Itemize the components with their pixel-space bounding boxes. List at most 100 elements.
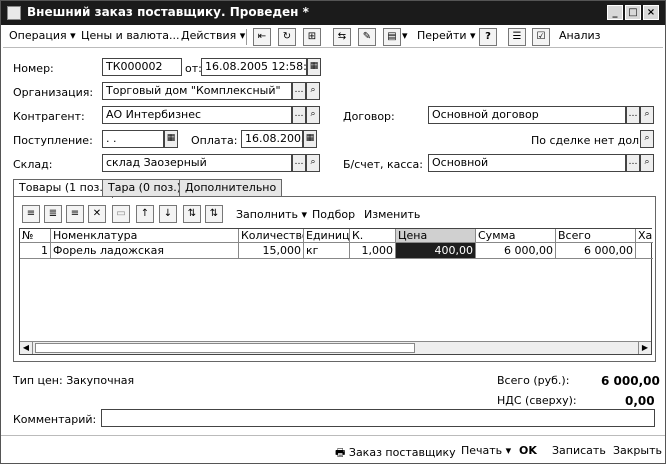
- date-field[interactable]: 16.08.2005 12:58:27: [201, 58, 307, 76]
- organization-field[interactable]: Торговый дом "Комплексный": [102, 82, 292, 100]
- table-cell[interactable]: 1,000: [350, 243, 396, 259]
- add-row-icon[interactable]: ≡: [22, 205, 40, 223]
- ellipsis-icon[interactable]: …: [292, 154, 306, 172]
- number-label: Номер:: [13, 62, 54, 75]
- move-down-icon[interactable]: ↓: [159, 205, 177, 223]
- actions-menu[interactable]: Действия ▾: [181, 29, 245, 42]
- search-icon[interactable]: ⌕: [306, 154, 320, 172]
- help-icon[interactable]: ?: [479, 28, 497, 46]
- table-cell[interactable]: 6 000,00: [556, 243, 636, 259]
- disabled-icon: ▭: [112, 205, 130, 223]
- column-header[interactable]: Ха: [636, 229, 653, 243]
- total-value: 6 000,00: [601, 374, 660, 388]
- maximize-button[interactable]: □: [625, 5, 641, 20]
- vat-value: 0,00: [625, 394, 655, 408]
- operation-menu[interactable]: Операция ▾: [9, 29, 76, 42]
- move-up-icon[interactable]: ↑: [136, 205, 154, 223]
- goto-menu[interactable]: Перейти ▾: [417, 29, 476, 42]
- sort-desc-icon[interactable]: ⇅: [205, 205, 223, 223]
- move-left-icon[interactable]: ⇤: [253, 28, 271, 46]
- contract-field[interactable]: Основной договор: [428, 106, 626, 124]
- document-post-icon[interactable]: ✎: [358, 28, 376, 46]
- list-icon[interactable]: ☰: [508, 28, 526, 46]
- scroll-right-icon[interactable]: ▶: [638, 342, 651, 354]
- refresh-icon[interactable]: ↻: [278, 28, 296, 46]
- contractor-field[interactable]: АО Интербизнес: [102, 106, 292, 124]
- table-cell[interactable]: 1: [20, 243, 51, 259]
- table-cell[interactable]: 15,000: [239, 243, 304, 259]
- search-icon[interactable]: ⌕: [640, 154, 654, 172]
- checklist-icon[interactable]: ☑: [532, 28, 550, 46]
- column-header[interactable]: №: [20, 229, 51, 243]
- account-field[interactable]: Основной: [428, 154, 626, 172]
- debt-status-label: По сделке нет долга: [531, 134, 652, 147]
- minimize-button[interactable]: _: [607, 5, 623, 20]
- column-header[interactable]: К.: [350, 229, 396, 243]
- edit-button[interactable]: Изменить: [364, 208, 420, 221]
- ellipsis-icon[interactable]: …: [626, 106, 640, 124]
- payment-date-field[interactable]: 16.08.2005: [241, 130, 303, 148]
- column-header[interactable]: Сумма: [476, 229, 556, 243]
- column-header[interactable]: Единица: [304, 229, 350, 243]
- ok-button[interactable]: OK: [519, 444, 537, 457]
- structure-icon[interactable]: ⊞: [303, 28, 321, 46]
- ellipsis-icon[interactable]: …: [292, 82, 306, 100]
- column-header[interactable]: Количество: [239, 229, 304, 243]
- column-header[interactable]: Всего: [556, 229, 636, 243]
- contractor-label: Контрагент:: [13, 110, 85, 123]
- warehouse-field[interactable]: склад Заозерный: [102, 154, 292, 172]
- receipt-date-field[interactable]: . .: [102, 130, 164, 148]
- calendar-icon[interactable]: ▦: [303, 130, 317, 148]
- print-menu[interactable]: Печать ▾: [461, 444, 511, 457]
- chevron-down-icon[interactable]: ▾: [402, 29, 408, 42]
- total-label: Всего (руб.):: [497, 374, 570, 387]
- table-cell[interactable]: Форель ладожская: [51, 243, 239, 259]
- select-button[interactable]: Подбор: [312, 208, 355, 221]
- ellipsis-icon[interactable]: …: [626, 154, 640, 172]
- prices-currency-button[interactable]: Цены и валюта...: [81, 29, 179, 42]
- scroll-left-icon[interactable]: ◀: [20, 342, 33, 354]
- search-icon[interactable]: ⌕: [640, 106, 654, 124]
- comment-field[interactable]: [101, 409, 655, 427]
- column-header[interactable]: Номенклатура: [51, 229, 239, 243]
- table-cell[interactable]: 6 000,00: [476, 243, 556, 259]
- document-icon: [7, 6, 21, 20]
- analysis-button[interactable]: Анализ: [559, 29, 601, 42]
- tab-additional[interactable]: Дополнительно: [179, 179, 283, 196]
- save-button[interactable]: Записать: [552, 444, 606, 457]
- order-print-button[interactable]: 🖶 Заказ поставщику: [335, 444, 456, 463]
- receipt-label: Поступление:: [13, 134, 93, 147]
- close-button[interactable]: Закрыть: [613, 444, 662, 457]
- delete-row-icon[interactable]: ✕: [88, 205, 106, 223]
- horizontal-scrollbar[interactable]: ◀ ▶: [20, 341, 651, 354]
- organization-label: Организация:: [13, 86, 94, 99]
- table-cell[interactable]: [636, 243, 653, 259]
- main-toolbar: Операция ▾ Цены и валюта... Действия ▾ ⇤…: [3, 26, 663, 48]
- tab-containers[interactable]: Тара (0 поз.): [102, 179, 188, 196]
- calendar-icon[interactable]: ▦: [307, 58, 321, 76]
- price-type-label: Тип цен: Закупочная: [13, 374, 135, 387]
- search-icon[interactable]: ⌕: [640, 130, 654, 148]
- contract-label: Договор:: [343, 110, 395, 123]
- calendar-icon[interactable]: ▦: [164, 130, 178, 148]
- sort-asc-icon[interactable]: ⇅: [183, 205, 201, 223]
- search-icon[interactable]: ⌕: [306, 106, 320, 124]
- copy-row-icon[interactable]: ≣: [44, 205, 62, 223]
- selected-table-cell[interactable]: 400,00: [396, 243, 476, 259]
- date-label: от:: [185, 62, 202, 75]
- search-icon[interactable]: ⌕: [306, 82, 320, 100]
- fill-menu[interactable]: Заполнить ▾: [236, 208, 307, 221]
- number-field[interactable]: ТК000002: [102, 58, 182, 76]
- window-title: Внешний заказ поставщику. Проведен *: [27, 5, 309, 19]
- column-header[interactable]: Цена: [396, 229, 476, 243]
- bottom-bar: 🖶 Заказ поставщику Печать ▾ OK Записать …: [1, 435, 665, 463]
- document-copy-icon[interactable]: ▤: [383, 28, 401, 46]
- ellipsis-icon[interactable]: …: [292, 106, 306, 124]
- printer-icon: 🖶: [335, 446, 346, 459]
- close-window-button[interactable]: ×: [643, 5, 659, 20]
- document-move-icon[interactable]: ⇆: [333, 28, 351, 46]
- scroll-thumb[interactable]: [35, 343, 415, 353]
- edit-row-icon[interactable]: ≡: [66, 205, 84, 223]
- table-cell[interactable]: кг: [304, 243, 350, 259]
- warehouse-label: Склад:: [13, 158, 53, 171]
